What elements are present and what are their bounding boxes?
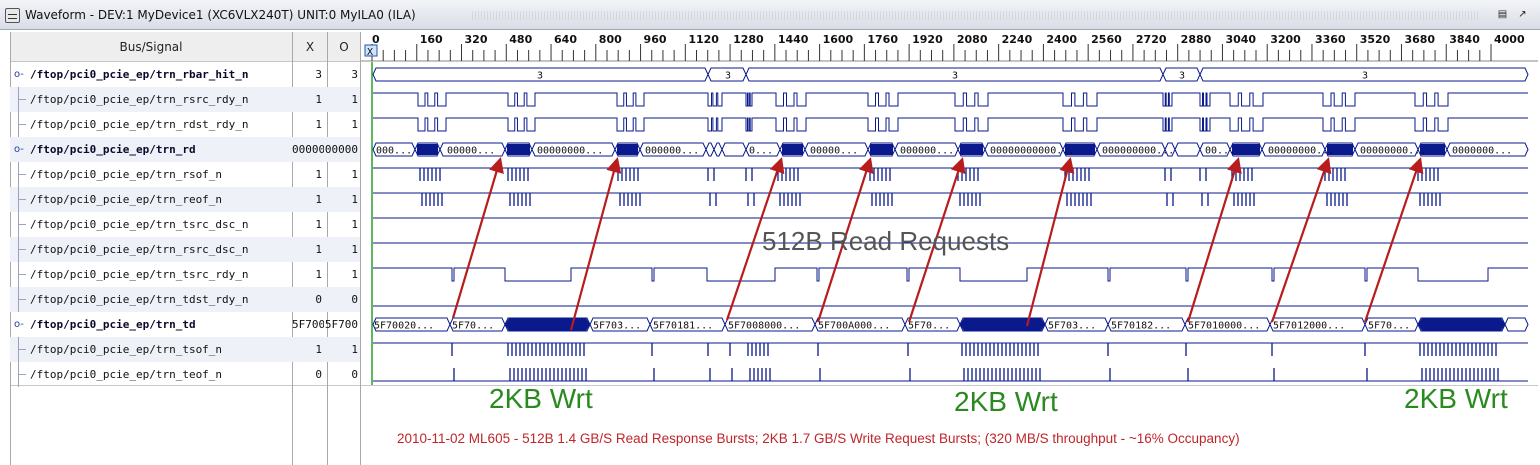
ruler-tick-label: 3680: [1404, 33, 1435, 46]
ruler-tick-label: 1120: [688, 33, 719, 46]
wave-trn-rdst-rdy-n: [373, 117, 1528, 132]
wave-trn-rbar-hit-n[interactable]: [372, 67, 1529, 82]
bus-value-label: 000000...: [900, 146, 954, 157]
bus-value-label: 5F703...: [1048, 321, 1096, 332]
bus-value-label: 5F70...: [1368, 321, 1410, 332]
bus-value-label: 5F703...: [593, 321, 641, 332]
ruler-tick-label: 2240: [1002, 33, 1033, 46]
write-label-2: 2KB Wrt: [954, 386, 1058, 417]
bus-dense-block: [960, 144, 983, 155]
ruler-tick-label: 640: [554, 33, 577, 46]
ruler-tick-label: 2720: [1136, 33, 1167, 46]
ruler-tick-label: 1600: [823, 33, 854, 46]
bus-dense-block: [870, 144, 893, 155]
ruler-tick-label: 2560: [1091, 33, 1122, 46]
bus-value-label: 5F70020...: [374, 321, 434, 332]
bus-value-label: 5F70181...: [653, 321, 713, 332]
bus-value-label: 5F7012000...: [1273, 321, 1345, 332]
ruler-tick-label: 480: [509, 33, 532, 46]
waveform-traces: 3 3 3 3 3 000... 00000... 00000000... 000000... 0…: [371, 62, 1529, 385]
wave-trn-tsrc-rdy-n: [373, 267, 1528, 282]
bus-value-label: 5F7010000...: [1188, 321, 1260, 332]
ruler-tick-label: 3200: [1270, 33, 1301, 46]
bus-value-label: 5F70182...: [1111, 321, 1171, 332]
bus-value-label: 5F70...: [452, 321, 494, 332]
bus-value-label: 00...: [1205, 146, 1235, 157]
ruler-tick-label: 3360: [1315, 33, 1346, 46]
ruler-tick-label: 2880: [1181, 33, 1212, 46]
write-label-3: 2KB Wrt: [1404, 383, 1508, 414]
ruler-tick-label: 3520: [1360, 33, 1391, 46]
bus-value-label: 00000000000...: [990, 146, 1074, 157]
annotation-arrow: [451, 157, 504, 319]
annotation-arrow: [1186, 157, 1242, 323]
bus-value-label: 3: [1362, 71, 1368, 82]
bus-dense-block: [617, 144, 638, 155]
bus-value-label: 00000000...: [1268, 146, 1334, 157]
wave-trn-rsrc-rdy-n: [373, 92, 1528, 107]
bus-value-label: 3: [1179, 71, 1185, 82]
cursor-x-label: X: [367, 47, 373, 58]
write-label-1: 2KB Wrt: [489, 383, 593, 414]
bus-dense-block: [1418, 318, 1505, 331]
waveform-canvas: 0 160 320 480 640 800 960 1120 1280 1440 1600 1760 1…: [361, 32, 1538, 446]
annotation-arrow: [1363, 157, 1424, 323]
bus-value-label: 3: [725, 71, 731, 82]
bus-value-label: 00000...: [447, 146, 495, 157]
bus-value-label: 3: [952, 71, 958, 82]
bus-value-label: 000...: [376, 146, 412, 157]
bus-dense-block: [417, 144, 438, 155]
bus-value-label: 00000000...: [1360, 146, 1426, 157]
read-requests-label: 512B Read Requests: [762, 226, 1009, 256]
caption: 2010-11-02 ML605 - 512B 1.4 GB/S Read Re…: [397, 431, 1240, 446]
bus-value-label: 5F7008000...: [728, 321, 800, 332]
ruler-tick-label: 1760: [867, 33, 898, 46]
bus-value-label: 3: [537, 71, 543, 82]
ruler-tick-label: 320: [465, 33, 488, 46]
bus-dense-block: [505, 318, 590, 331]
ruler-tick-label: 1440: [778, 33, 809, 46]
ruler-tick-label: 4000: [1494, 33, 1525, 46]
ruler-tick-label: 800: [599, 33, 622, 46]
ruler-tick-label: 3840: [1449, 33, 1480, 46]
bus-value-label: 000000000...: [1102, 146, 1174, 157]
ruler-tick-label: 160: [420, 33, 443, 46]
bus-value-label: 00000000...: [537, 146, 603, 157]
bus-value-label: 00000...: [810, 146, 858, 157]
ruler-tick-label: 2080: [957, 33, 988, 46]
bus-value-label: 0000000...: [1452, 146, 1512, 157]
bus-dense-block: [507, 144, 530, 155]
ruler-tick-label: 2400: [1046, 33, 1077, 46]
bus-dense-block: [782, 144, 803, 155]
time-ruler[interactable]: 0 160 320 480 640 800 960 1120 1280 1440 1600 1760 1…: [361, 32, 1538, 62]
ruler-tick-label: 960: [644, 33, 667, 46]
bus-dense-block: [1232, 144, 1260, 155]
bus-dense-block: [960, 318, 1045, 331]
annotation-arrow: [569, 157, 622, 331]
annotation-arrow: [1270, 157, 1332, 323]
bus-value-label: 5F700A000...: [818, 321, 890, 332]
bus-value-label: 5F70...: [908, 321, 950, 332]
ruler-tick-label: 1280: [733, 33, 764, 46]
bus-value-label: 0...: [749, 146, 773, 157]
ruler-tick-label: 1920: [912, 33, 943, 46]
ruler-tick-label: 3040: [1225, 33, 1256, 46]
ruler-tick-label: 0: [372, 33, 380, 46]
bus-value-label: 000000...: [645, 146, 699, 157]
